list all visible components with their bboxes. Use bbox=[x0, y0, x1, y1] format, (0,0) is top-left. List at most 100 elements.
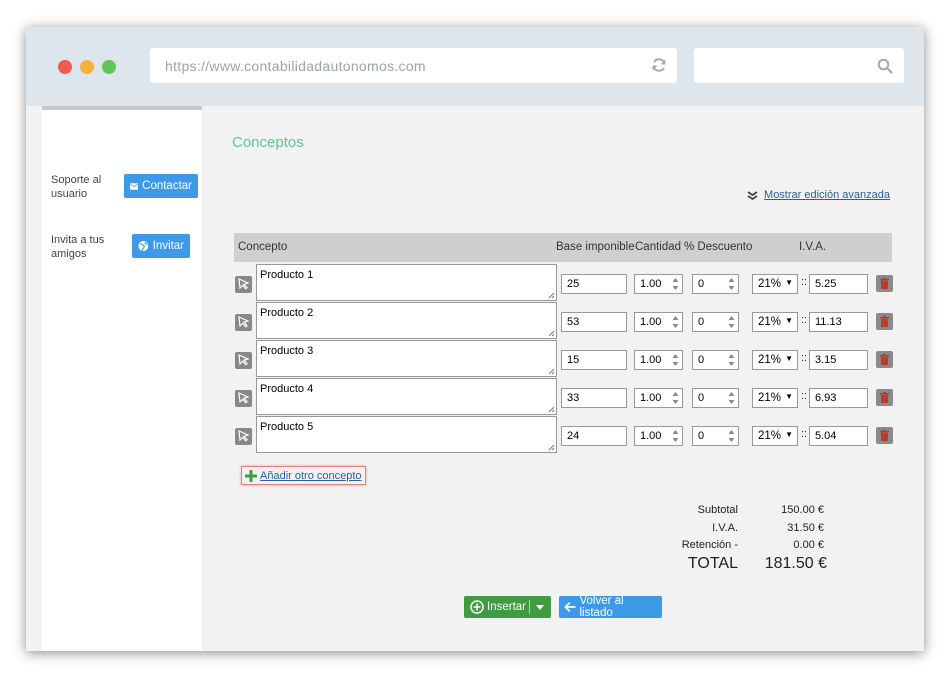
quantity-spinner-icon[interactable] bbox=[670, 426, 681, 446]
retencion-label: Retención - bbox=[681, 539, 738, 551]
trash-icon bbox=[880, 353, 889, 365]
concept-textarea[interactable]: Producto 2 bbox=[256, 302, 557, 339]
caret-down-icon[interactable] bbox=[536, 605, 544, 610]
concepts-table-header: Concepto Base imponible Cantidad % Descu… bbox=[234, 233, 892, 262]
col-concepto: Concepto bbox=[238, 241, 288, 253]
maximize-window-dot[interactable] bbox=[102, 60, 116, 74]
plus-icon bbox=[245, 469, 257, 482]
address-bar-url: https://www.contabilidadautonomos.com bbox=[165, 58, 426, 74]
concept-textarea[interactable]: Producto 3 bbox=[256, 340, 557, 377]
vat-amount-input[interactable]: 6.93 bbox=[809, 388, 868, 408]
cursor-arrow-icon bbox=[238, 278, 250, 290]
browser-window: https://www.contabilidadautonomos.com So… bbox=[26, 27, 924, 651]
delete-row-button[interactable] bbox=[876, 275, 893, 292]
select-arrow-icon: ▼ bbox=[785, 430, 793, 439]
discount-spinner-icon[interactable] bbox=[726, 274, 737, 294]
discount-spinner-icon[interactable] bbox=[726, 426, 737, 446]
advanced-edit-link[interactable]: Mostrar edición avanzada bbox=[747, 189, 890, 201]
delete-row-button[interactable] bbox=[876, 313, 893, 330]
select-arrow-icon: ▼ bbox=[785, 316, 793, 325]
quantity-spinner-icon[interactable] bbox=[670, 350, 681, 370]
reload-icon[interactable] bbox=[651, 57, 667, 73]
delete-row-button[interactable] bbox=[876, 427, 893, 444]
quantity-spinner-icon[interactable] bbox=[670, 312, 681, 332]
contact-button-label: Contactar bbox=[142, 180, 192, 192]
arrow-left-icon bbox=[564, 602, 576, 612]
vat-rate-value: 21% bbox=[758, 354, 782, 366]
base-input[interactable]: 53 bbox=[561, 312, 627, 332]
plus-circle-icon bbox=[470, 600, 484, 614]
close-window-dot[interactable] bbox=[58, 60, 72, 74]
concept-text: Producto 1 bbox=[260, 269, 314, 281]
vat-separator: :: bbox=[801, 276, 808, 288]
support-label-line1: Soporte al bbox=[51, 174, 102, 186]
delete-row-button[interactable] bbox=[876, 389, 893, 406]
double-chevron-down-icon bbox=[747, 190, 758, 200]
quantity-spinner-icon[interactable] bbox=[670, 388, 681, 408]
select-product-button[interactable] bbox=[235, 314, 252, 331]
browser-chrome: https://www.contabilidadautonomos.com bbox=[26, 27, 924, 106]
back-to-list-button[interactable]: Volver al listado bbox=[559, 595, 662, 619]
browser-search-bar[interactable] bbox=[694, 48, 904, 83]
vat-amount-input[interactable]: 11.13 bbox=[809, 312, 868, 332]
insert-split-button[interactable]: Insertar bbox=[464, 596, 551, 618]
vat-rate-select[interactable]: 21% ▼ bbox=[752, 312, 798, 332]
table-row: Producto 2 53 1.00 0 21% ▼ :: 11.13 bbox=[234, 302, 893, 340]
col-descuento: % Descuento bbox=[684, 241, 753, 253]
concept-text: Producto 3 bbox=[260, 345, 314, 357]
resize-grip-icon[interactable] bbox=[548, 444, 555, 451]
concept-textarea[interactable]: Producto 4 bbox=[256, 378, 557, 415]
base-input[interactable]: 33 bbox=[561, 388, 627, 408]
select-product-button[interactable] bbox=[235, 428, 252, 445]
select-arrow-icon: ▼ bbox=[785, 392, 793, 401]
insert-button-label: Insertar bbox=[487, 601, 526, 613]
vat-rate-select[interactable]: 21% ▼ bbox=[752, 350, 798, 370]
col-cantidad: Cantidad bbox=[635, 241, 682, 253]
search-icon[interactable] bbox=[877, 58, 893, 74]
vat-rate-select[interactable]: 21% ▼ bbox=[752, 426, 798, 446]
vat-rate-select[interactable]: 21% ▼ bbox=[752, 388, 798, 408]
vat-rate-select[interactable]: 21% ▼ bbox=[752, 274, 798, 294]
delete-row-button[interactable] bbox=[876, 351, 893, 368]
add-concept-link[interactable]: Añadir otro concepto bbox=[241, 466, 366, 485]
total-label: TOTAL bbox=[687, 555, 738, 572]
base-input[interactable]: 24 bbox=[561, 426, 627, 446]
base-input[interactable]: 15 bbox=[561, 350, 627, 370]
select-product-button[interactable] bbox=[235, 276, 252, 293]
col-base: Base imponible bbox=[556, 241, 635, 253]
select-arrow-icon: ▼ bbox=[785, 278, 793, 287]
resize-grip-icon[interactable] bbox=[548, 330, 555, 337]
vat-amount-input[interactable]: 5.04 bbox=[809, 426, 868, 446]
concept-text: Producto 2 bbox=[260, 307, 314, 319]
concept-textarea[interactable]: Producto 5 bbox=[256, 416, 557, 453]
select-arrow-icon: ▼ bbox=[785, 354, 793, 363]
minimize-window-dot[interactable] bbox=[80, 60, 94, 74]
sidebar: Soporte al usuario Contactar Invita a tu… bbox=[42, 106, 202, 651]
support-label-line2: usuario bbox=[51, 188, 88, 200]
address-bar[interactable]: https://www.contabilidadautonomos.com bbox=[150, 48, 677, 83]
vat-amount-input[interactable]: 3.15 bbox=[809, 350, 868, 370]
invite-button[interactable]: Invitar bbox=[132, 234, 190, 258]
vat-amount-input[interactable]: 5.25 bbox=[809, 274, 868, 294]
discount-spinner-icon[interactable] bbox=[726, 388, 737, 408]
concept-textarea[interactable]: Producto 1 bbox=[256, 264, 557, 301]
vat-rate-value: 21% bbox=[758, 430, 782, 442]
discount-spinner-icon[interactable] bbox=[726, 312, 737, 332]
iva-label: I.V.A. bbox=[712, 522, 738, 534]
select-product-button[interactable] bbox=[235, 352, 252, 369]
resize-grip-icon[interactable] bbox=[548, 292, 555, 299]
base-input[interactable]: 25 bbox=[561, 274, 627, 294]
invite-label-line1: Invita a tus bbox=[51, 234, 105, 246]
resize-grip-icon[interactable] bbox=[548, 368, 555, 375]
vat-rate-value: 21% bbox=[758, 392, 782, 404]
quantity-spinner-icon[interactable] bbox=[670, 274, 681, 294]
vat-separator: :: bbox=[801, 390, 808, 402]
discount-spinner-icon[interactable] bbox=[726, 350, 737, 370]
cursor-arrow-icon bbox=[238, 316, 250, 328]
select-product-button[interactable] bbox=[235, 390, 252, 407]
subtotal-label: Subtotal bbox=[697, 504, 738, 516]
cursor-arrow-icon bbox=[238, 392, 250, 404]
concept-text: Producto 4 bbox=[260, 383, 314, 395]
resize-grip-icon[interactable] bbox=[548, 406, 555, 413]
contact-button[interactable]: Contactar bbox=[124, 174, 198, 198]
